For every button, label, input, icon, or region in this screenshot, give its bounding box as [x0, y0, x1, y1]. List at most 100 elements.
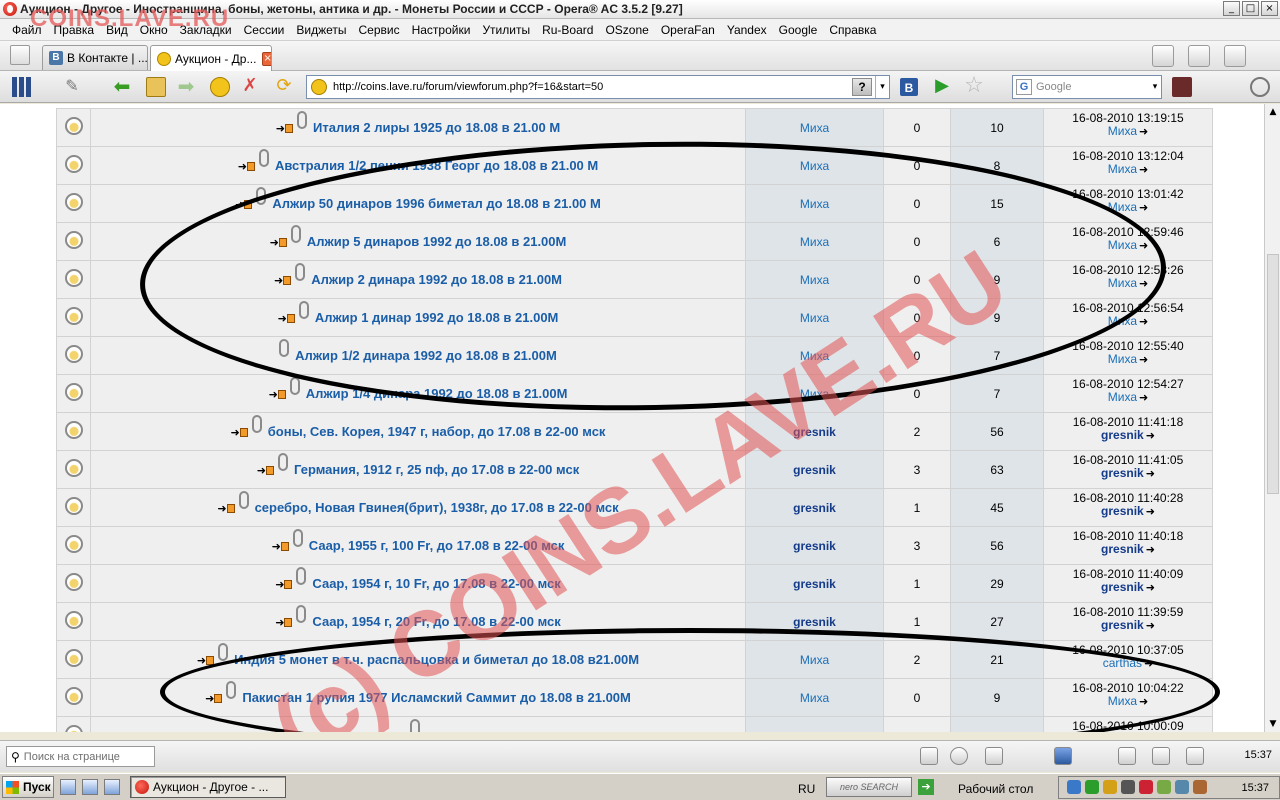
menu-google[interactable]: Google — [773, 23, 824, 37]
last-post-author-link[interactable]: gresnik — [1101, 466, 1144, 480]
new-post-icon[interactable]: ➜ — [235, 198, 253, 211]
last-post-author-link[interactable]: Миха — [1108, 238, 1137, 252]
go-to-last-post-icon[interactable]: ➜ — [1139, 391, 1148, 404]
menu-yandex[interactable]: Yandex — [721, 23, 773, 37]
new-post-icon[interactable]: ➜ — [278, 312, 295, 325]
author-cell[interactable]: gresnik — [745, 412, 884, 451]
turbo-icon[interactable] — [950, 747, 968, 765]
add-bookmark-icon[interactable] — [1152, 45, 1174, 67]
author-cell[interactable]: gresnik — [745, 564, 884, 603]
star-icon[interactable]: ☆ — [964, 75, 984, 97]
author-cell[interactable]: Миха — [745, 222, 884, 261]
topic-title-link[interactable]: Алжир 1/4 динара 1992 до 18.08 в 21.00М — [306, 387, 568, 402]
notes-icon[interactable] — [1172, 77, 1192, 97]
language-indicator[interactable]: RU — [798, 782, 815, 796]
home-status-icon[interactable] — [1186, 747, 1204, 765]
author-cell[interactable]: Миха — [745, 146, 884, 185]
address-dropdown-icon[interactable]: ▾ — [875, 76, 889, 98]
smiley-icon[interactable] — [210, 77, 230, 97]
tab-auction[interactable]: Аукцион - Др... × — [150, 45, 272, 71]
author-cell[interactable]: Миха — [745, 184, 884, 223]
go-to-last-post-icon[interactable]: ➜ — [1139, 125, 1148, 138]
topic-title-link[interactable]: Германия, 1912 г, 25 пф, до 17.08 в 22-0… — [294, 463, 579, 478]
scroll-up-icon[interactable]: ▲ — [1265, 104, 1280, 120]
home-icon[interactable] — [146, 77, 166, 97]
pen-icon[interactable]: ✎ — [62, 77, 82, 97]
blog-button[interactable]: B — [900, 78, 918, 96]
last-post-author-link[interactable]: Миха — [1108, 390, 1137, 404]
menu-operafan[interactable]: OperaFan — [655, 23, 721, 37]
last-post-author-link[interactable]: gresnik — [1101, 542, 1144, 556]
new-post-icon[interactable]: ➜ — [270, 236, 287, 249]
stop-icon[interactable]: ✗ — [240, 77, 260, 97]
scroll-down-icon[interactable]: ▼ — [1265, 716, 1280, 732]
find-in-page-field[interactable]: ⚲ Поиск на странице — [6, 746, 155, 767]
menu-service[interactable]: Сервис — [353, 23, 406, 37]
go-to-last-post-icon[interactable]: ➜ — [1146, 505, 1155, 518]
menu-ruboard[interactable]: Ru-Board — [536, 23, 599, 37]
tray-app-icon[interactable] — [1175, 780, 1189, 794]
taskbar-window-button[interactable]: Аукцион - Другое - ... — [130, 776, 286, 798]
last-post-author-link[interactable]: Миха — [1108, 124, 1137, 138]
last-post-author-link[interactable]: Миха — [1108, 694, 1137, 708]
trash-icon[interactable] — [1188, 45, 1210, 67]
new-post-icon[interactable]: ➜ — [269, 388, 286, 401]
new-post-icon[interactable]: ➜ — [275, 578, 293, 591]
author-cell[interactable]: gresnik — [745, 488, 884, 527]
topic-title-link[interactable]: Алжир 2 динара 1992 до 18.08 в 21.00М — [311, 273, 562, 288]
last-post-author-link[interactable]: carthas — [1103, 656, 1142, 670]
close-button[interactable]: × — [1261, 1, 1278, 16]
menu-help[interactable]: Справка — [823, 23, 882, 37]
find-input[interactable]: Поиск на странице — [24, 751, 120, 763]
new-post-icon[interactable]: ➜ — [275, 616, 293, 629]
go-to-last-post-icon[interactable]: ➜ — [1139, 695, 1148, 708]
vertical-scrollbar[interactable]: ▲ ▼ — [1264, 104, 1280, 732]
minimize-button[interactable]: _ — [1223, 1, 1240, 16]
author-cell[interactable]: Миха — [745, 678, 884, 717]
go-to-last-post-icon[interactable]: ➜ — [1139, 201, 1148, 214]
go-to-last-post-icon[interactable]: ➜ — [1139, 163, 1148, 176]
go-to-last-post-icon[interactable]: ➜ — [1146, 581, 1155, 594]
magnifier-icon[interactable] — [163, 747, 181, 765]
author-cell[interactable]: gresnik — [745, 450, 884, 489]
go-icon[interactable]: ➔ — [918, 779, 934, 795]
topic-title-link[interactable]: Пакистан 1 рупия 1977 Исламский Саммит д… — [242, 691, 631, 706]
sync-icon[interactable] — [1224, 45, 1246, 67]
go-to-last-post-icon[interactable]: ➜ — [1146, 619, 1155, 632]
menu-widgets[interactable]: Виджеты — [290, 23, 352, 37]
image-toggle-icon[interactable] — [920, 747, 938, 765]
blog-status-icon[interactable] — [985, 747, 1003, 765]
new-post-icon[interactable]: ➜ — [274, 274, 292, 287]
start-button[interactable]: Пуск — [2, 776, 54, 798]
tray-app-icon[interactable] — [1139, 780, 1153, 794]
tray-app-icon[interactable] — [1121, 780, 1135, 794]
new-post-icon[interactable]: ➜ — [272, 540, 289, 553]
last-post-author-link[interactable]: Миха — [1108, 314, 1137, 328]
notes-icon[interactable] — [10, 45, 30, 65]
go-to-last-post-icon[interactable]: ➜ — [1144, 657, 1153, 670]
topic-title-link[interactable]: Саар, 1954 г, 10 Fr, до 17.08 в 22-00 мс… — [312, 577, 560, 592]
last-post-author-link[interactable]: gresnik — [1101, 504, 1144, 518]
address-bar[interactable]: http://coins.lave.ru/forum/viewforum.php… — [306, 75, 890, 99]
last-post-author-link[interactable]: Миха — [1108, 352, 1137, 366]
topic-title-link[interactable]: Алжир 5 динаров 1992 до 18.08 в 21.00М — [307, 235, 567, 250]
go-to-last-post-icon[interactable]: ➜ — [1139, 277, 1148, 290]
author-cell[interactable]: Миха — [745, 260, 884, 299]
tray-app-icon[interactable] — [1085, 780, 1099, 794]
last-post-author-link[interactable]: gresnik — [1101, 580, 1144, 594]
maximize-button[interactable]: □ — [1242, 1, 1259, 16]
nero-search-field[interactable]: nero SEARCH — [826, 777, 912, 797]
search-dropdown-icon[interactable]: ▾ — [1149, 82, 1161, 92]
new-post-icon[interactable]: ➜ — [217, 502, 235, 515]
tray-app-icon[interactable] — [1193, 780, 1207, 794]
desktop-toolbar-label[interactable]: Рабочий стол — [958, 782, 1033, 796]
topic-title-link[interactable]: Индия 5 монет в т.ч. распальцовка и биме… — [234, 653, 639, 668]
settings-icon[interactable] — [1250, 77, 1270, 97]
tray-app-icon[interactable] — [1103, 780, 1117, 794]
search-input[interactable]: Google — [1036, 81, 1149, 93]
last-post-author-link[interactable]: Миха — [1108, 200, 1137, 214]
topic-title-link[interactable]: Австралия 1/2 пенни 1938 Георг до 18.08 … — [275, 159, 598, 174]
topic-title-link[interactable]: Алжир 1/2 динара 1992 до 18.08 в 21.00М — [295, 349, 557, 364]
url-text[interactable]: http://coins.lave.ru/forum/viewforum.php… — [333, 81, 852, 93]
author-cell[interactable]: gresnik — [745, 526, 884, 565]
